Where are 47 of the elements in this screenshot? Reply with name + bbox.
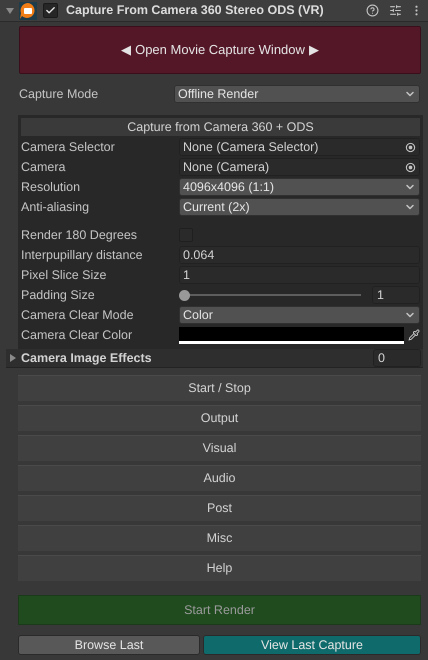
slider-handle[interactable] xyxy=(179,290,190,300)
view-last-capture-button[interactable]: View Last Capture xyxy=(203,635,421,655)
field-label: Anti-aliasing xyxy=(21,198,90,216)
field-label: Render 180 Degrees xyxy=(21,226,138,244)
section-button[interactable]: Output xyxy=(18,405,421,431)
input-field[interactable]: 1 xyxy=(179,266,420,284)
dropdown[interactable]: Offline Render xyxy=(174,85,420,103)
foldout-arrow-icon[interactable] xyxy=(8,353,18,363)
field-label: Camera Selector xyxy=(21,138,116,156)
dropdown[interactable]: Current (2x) xyxy=(179,198,420,216)
field-label: Pixel Slice Size xyxy=(21,266,108,284)
section-button[interactable]: Misc xyxy=(18,525,421,551)
section-button[interactable]: Visual xyxy=(18,435,421,461)
foldout-arrow-icon[interactable] xyxy=(5,6,15,16)
open-capture-window-button[interactable]: ◀ Open Movie Capture Window ▶ xyxy=(19,26,421,74)
field-label: Camera Clear Mode xyxy=(21,306,135,324)
eyedropper-icon[interactable] xyxy=(408,329,420,341)
field-label: Camera Clear Color xyxy=(21,326,134,344)
field-label: Interpupillary distance xyxy=(21,246,144,264)
section-button[interactable]: Start / Stop xyxy=(18,375,421,401)
section-button[interactable]: Audio xyxy=(18,465,421,491)
field-label: Camera xyxy=(21,158,66,176)
start-render-button[interactable]: Start Render xyxy=(18,595,421,625)
target-icon[interactable] xyxy=(405,162,416,172)
help-icon[interactable] xyxy=(366,4,379,17)
sliders-icon[interactable] xyxy=(389,4,402,17)
field-label: Padding Size xyxy=(21,286,96,304)
enable-checkbox[interactable] xyxy=(43,3,58,18)
dropdown[interactable]: 4096x4096 (1:1) xyxy=(179,178,420,196)
color-swatch[interactable] xyxy=(179,326,404,344)
panel-title: Capture from Camera 360 + ODS xyxy=(21,118,420,136)
section-button[interactable]: Help xyxy=(18,555,421,581)
foldout-label[interactable]: Camera Image Effects xyxy=(21,348,373,368)
input-field[interactable]: 1 xyxy=(372,286,420,304)
section-button[interactable]: Post xyxy=(18,495,421,521)
target-icon[interactable] xyxy=(405,142,416,152)
camera-logo-icon xyxy=(19,2,37,20)
input-field[interactable]: 0.064 xyxy=(179,246,420,264)
field-label: Capture Mode xyxy=(19,86,100,103)
object-field[interactable]: None (Camera) xyxy=(179,158,420,176)
field-label: Resolution xyxy=(21,178,82,196)
dropdown[interactable]: Color xyxy=(179,306,420,324)
count-field[interactable]: 0 xyxy=(373,349,421,367)
component-title: Capture From Camera 360 Stereo ODS (VR) xyxy=(66,2,324,20)
check-icon xyxy=(45,5,56,16)
browse-last-button[interactable]: Browse Last xyxy=(18,635,200,655)
object-field[interactable]: None (Camera Selector) xyxy=(179,138,420,156)
